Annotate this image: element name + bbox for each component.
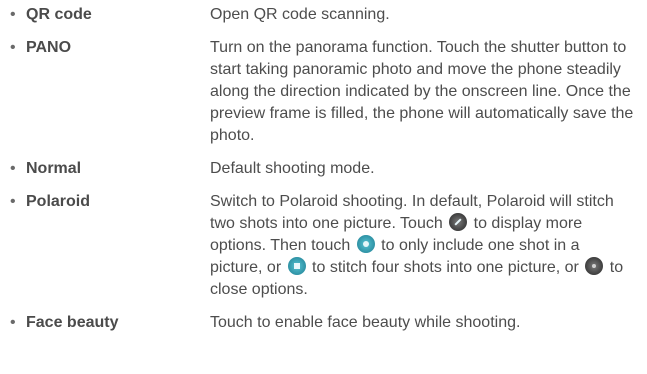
bullet: • — [10, 6, 16, 23]
bullet: • — [10, 193, 16, 210]
description-pano: Turn on the panorama function. Touch the… — [210, 39, 634, 144]
description-face-beauty: Touch to enable face beauty while shooti… — [210, 314, 521, 331]
term-label-pano: PANO — [26, 39, 72, 56]
polaroid-options-icon — [449, 213, 468, 231]
term-column: • PANO — [10, 37, 210, 59]
four-shot-icon — [287, 257, 306, 275]
list-item-normal: • Normal Default shooting mode. — [10, 158, 640, 180]
description-qr-code: Open QR code scanning. — [210, 6, 390, 23]
single-shot-icon — [356, 235, 375, 253]
term-label-face-beauty: Face beauty — [26, 314, 119, 331]
close-options-icon — [585, 257, 604, 275]
term-column: • Polaroid — [10, 191, 210, 213]
term-label-qr-code: QR code — [26, 6, 92, 23]
bullet: • — [10, 160, 16, 177]
description-polaroid: Switch to Polaroid shooting. In default,… — [210, 191, 640, 301]
description-normal: Default shooting mode. — [210, 160, 375, 177]
bullet: • — [10, 314, 16, 331]
list-item-polaroid: • Polaroid Switch to Polaroid shooting. … — [10, 191, 640, 301]
term-label-normal: Normal — [26, 160, 82, 177]
bullet: • — [10, 39, 16, 56]
term-column: • QR code — [10, 4, 210, 26]
term-column: • Face beauty — [10, 312, 210, 334]
term-column: • Normal — [10, 158, 210, 180]
list-item-face-beauty: • Face beauty Touch to enable face beaut… — [10, 312, 640, 334]
term-label-polaroid: Polaroid — [26, 193, 91, 210]
camera-modes-list: • QR code Open QR code scanning. • PANO … — [10, 0, 640, 331]
list-item-pano: • PANO Turn on the panorama function. To… — [10, 37, 640, 147]
list-item-qr-code: • QR code Open QR code scanning. — [10, 4, 640, 26]
polaroid-text-4: to stitch four shots into one picture, o… — [307, 259, 584, 276]
